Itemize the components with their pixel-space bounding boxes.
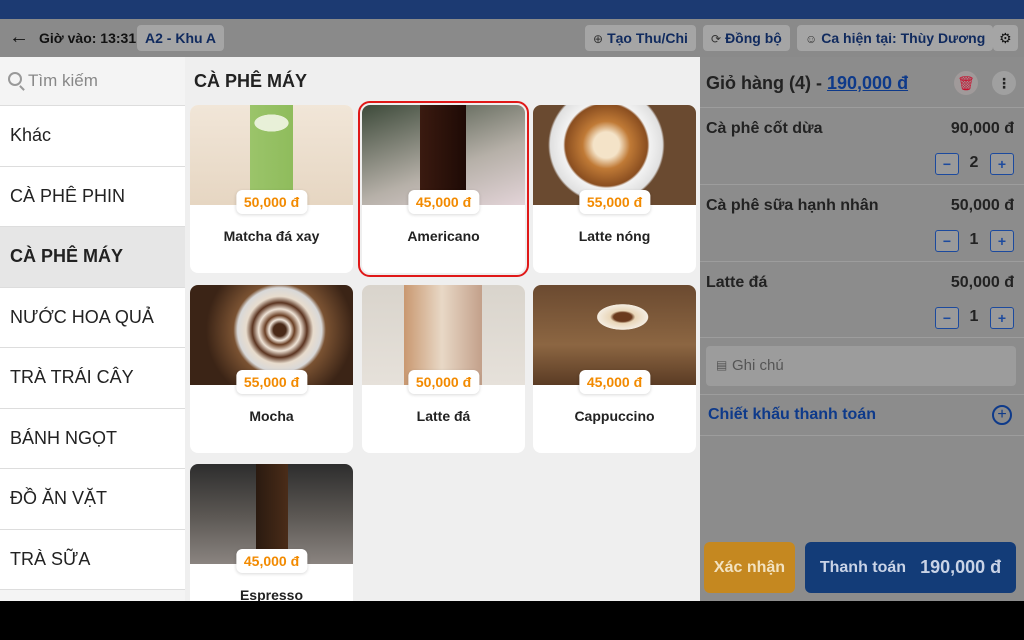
payment-discount-link[interactable]: Chiết khấu thanh toán: [708, 406, 876, 424]
back-arrow-icon[interactable]: ←: [9, 27, 31, 49]
increase-quantity-button[interactable]: +: [990, 153, 1014, 175]
product-price: 55,000 đ: [235, 370, 308, 394]
table-chip[interactable]: A2 - Khu A: [137, 25, 225, 51]
sync-icon: ⟳: [711, 32, 722, 46]
cart-item-price: 90,000 đ: [950, 120, 1014, 137]
more-options-icon[interactable]: ⋮: [992, 71, 1016, 95]
category-item[interactable]: Khác: [0, 106, 185, 167]
cart-item-name: Latte đá: [706, 274, 768, 291]
product-card[interactable]: 45,000 đ Espresso: [190, 464, 353, 601]
decrease-quantity-button[interactable]: −: [935, 230, 959, 252]
product-card[interactable]: 55,000 đ Latte nóng: [533, 105, 696, 273]
cart-item-quantity: 1: [969, 308, 979, 325]
current-shift-button[interactable]: ☺ Ca hiện tại: Thùy Dương: [797, 25, 994, 51]
decrease-quantity-button[interactable]: −: [935, 307, 959, 329]
product-price: 55,000 đ: [578, 190, 651, 214]
entry-time: Giờ vào: 13:31: [39, 30, 137, 46]
search-input[interactable]: Tìm kiếm: [0, 57, 185, 106]
category-item[interactable]: TRÀ TRÁI CÂY: [0, 348, 185, 409]
divider: [700, 337, 1024, 338]
note-input[interactable]: ▤ Ghi chú: [706, 346, 1016, 386]
confirm-button[interactable]: Xác nhận: [704, 542, 795, 593]
cart-item-name: Cà phê cốt dừa: [706, 120, 823, 137]
cart-item-quantity: 1: [969, 231, 979, 248]
cart-title-label: Giỏ hàng (4) -: [706, 73, 827, 93]
product-price: 45,000 đ: [407, 190, 480, 214]
pay-amount: 190,000 đ: [920, 557, 1002, 577]
product-card[interactable]: 55,000 đ Mocha: [190, 285, 353, 453]
product-name: Matcha đá xay: [223, 228, 320, 244]
search-icon: [8, 72, 22, 86]
create-income-expense-label: Tạo Thu/Chi: [607, 30, 688, 46]
product-name: Latte đá: [416, 408, 471, 424]
sync-label: Đồng bộ: [725, 30, 782, 46]
product-price: 50,000 đ: [407, 370, 480, 394]
increase-quantity-button[interactable]: +: [990, 230, 1014, 252]
category-item[interactable]: CÀ PHÊ PHIN: [0, 166, 185, 227]
settings-gear-icon[interactable]: ⚙: [993, 25, 1018, 51]
sync-button[interactable]: ⟳ Đồng bộ: [703, 25, 790, 51]
product-name: Espresso: [239, 587, 304, 601]
create-income-expense-button[interactable]: ⊕ Tạo Thu/Chi: [585, 25, 696, 51]
trash-icon[interactable]: 🗑: [954, 71, 978, 95]
divider: [700, 107, 1024, 108]
status-bar: [0, 0, 1024, 19]
product-price: 45,000 đ: [235, 549, 308, 573]
bottom-bar: [0, 601, 1024, 640]
note-icon: ▤: [716, 358, 728, 372]
cart-total[interactable]: 190,000 đ: [827, 73, 908, 93]
category-item[interactable]: TRÀ SỮA: [0, 529, 185, 590]
note-placeholder: Ghi chú: [732, 357, 784, 374]
plus-circle-icon: ⊕: [593, 32, 604, 46]
category-title: CÀ PHÊ MÁY: [194, 71, 308, 91]
product-price: 45,000 đ: [578, 370, 651, 394]
pay-button[interactable]: Thanh toán 190,000 đ: [805, 542, 1016, 593]
product-name: Americano: [407, 228, 480, 244]
cart-item-price: 50,000 đ: [950, 197, 1014, 214]
product-name: Cappuccino: [574, 408, 655, 424]
search-placeholder: Tìm kiếm: [28, 71, 98, 90]
decrease-quantity-button[interactable]: −: [935, 153, 959, 175]
category-item[interactable]: NƯỚC HOA QUẢ: [0, 287, 185, 348]
cart-item-quantity: 2: [969, 154, 979, 171]
cart-panel: Giỏ hàng (4) - 190,000 đ 🗑 ⋮ Cà phê cốt …: [700, 57, 1024, 601]
current-shift-label: Ca hiện tại: Thùy Dương: [821, 30, 986, 46]
divider: [700, 184, 1024, 185]
product-card[interactable]: 50,000 đ Latte đá: [362, 285, 525, 453]
cart-item-name: Cà phê sữa hạnh nhân: [706, 197, 879, 214]
product-grid: CÀ PHÊ MÁY 50,000 đ Matcha đá xay 45,000…: [185, 57, 700, 601]
category-sidebar: Tìm kiếm Khác CÀ PHÊ PHIN CÀ PHÊ MÁY NƯỚ…: [0, 57, 185, 601]
header-bar: ← Giờ vào: 13:31 A2 - Khu A ⊕ Tạo Thu/Chi…: [0, 19, 1024, 57]
cart-item-price: 50,000 đ: [950, 274, 1014, 291]
product-name: Latte nóng: [578, 228, 651, 244]
user-icon: ☺: [805, 32, 818, 46]
product-card[interactable]: 45,000 đ Cappuccino: [533, 285, 696, 453]
category-item-active[interactable]: CÀ PHÊ MÁY: [0, 227, 185, 288]
product-card-selected[interactable]: 45,000 đ Americano: [358, 101, 529, 277]
category-item[interactable]: ĐỒ ĂN VẶT: [0, 469, 185, 530]
pay-label: Thanh toán: [819, 558, 907, 576]
divider: [700, 394, 1024, 395]
increase-quantity-button[interactable]: +: [990, 307, 1014, 329]
cart-title: Giỏ hàng (4) - 190,000 đ: [706, 73, 908, 94]
category-item[interactable]: BÁNH NGỌT: [0, 408, 185, 469]
divider: [700, 261, 1024, 262]
product-card[interactable]: 50,000 đ Matcha đá xay: [190, 105, 353, 273]
product-name: Mocha: [249, 408, 294, 424]
product-price: 50,000 đ: [235, 190, 308, 214]
divider: [700, 435, 1024, 436]
add-discount-icon[interactable]: +: [992, 405, 1012, 425]
